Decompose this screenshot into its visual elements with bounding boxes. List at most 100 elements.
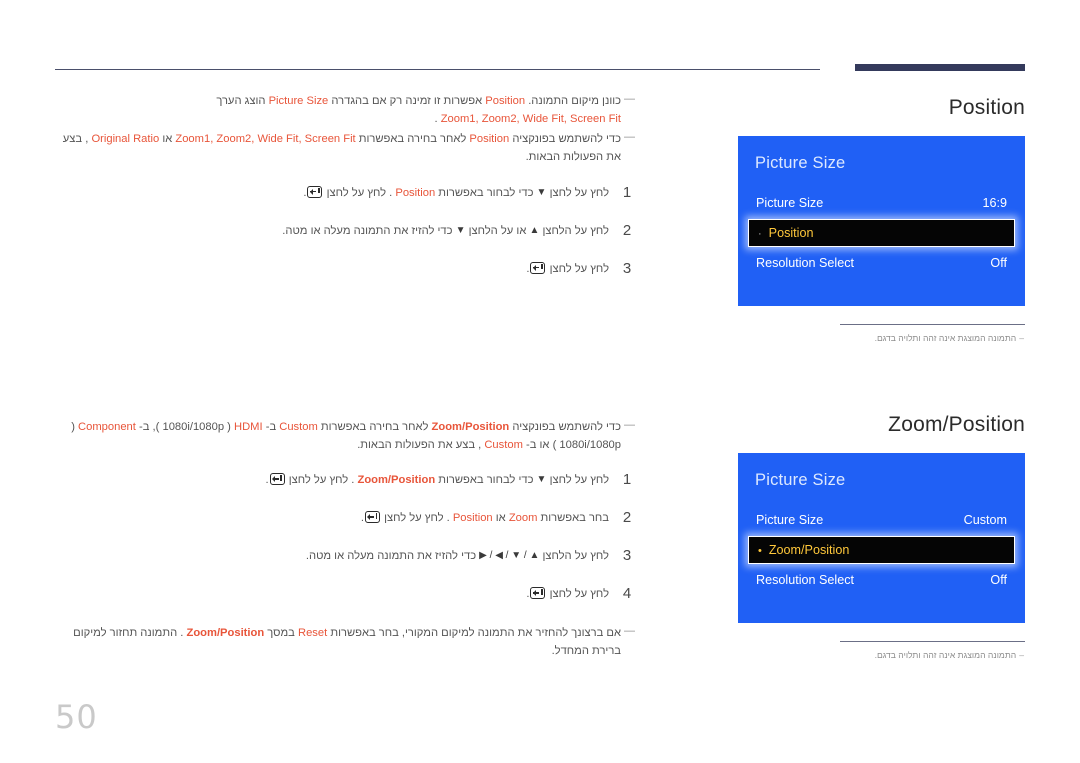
note-dash-icon: — [624,93,635,105]
text-run: . [265,474,269,487]
page-number: 50 [55,698,98,736]
text-run: אם ברצונך להחזיר את התמונה למיקום המקורי… [330,627,621,640]
osd-row[interactable]: Picture Size 16:9 [755,190,1008,216]
osd-row-value: Off [990,573,1007,587]
osd-row[interactable]: Resolution Select Off [755,250,1008,276]
highlight-term: Reset [298,627,328,640]
text-run: . לחץ על לחצן [384,512,450,525]
highlight-term: Position [469,133,510,146]
step-list: 1 לחץ על לחצן ▼ כדי לבחור באפשרות Zoom/Po… [55,471,635,604]
enter-key-icon [269,473,285,486]
step-list: 1 לחץ על לחצן ▼ כדי לבחור באפשרות Positio… [55,184,635,279]
text-run: , בצע את הפעולות הבאות. [357,439,482,452]
step-number: 2 [622,509,632,527]
highlight-term-bold: Zoom/Position [186,627,265,640]
text-run: כדי להזיז את התמונה מעלה או מטה. [305,550,477,563]
text-run: . [434,113,438,126]
osd-footnote-rule [840,324,1025,325]
text-run: במסך [267,627,295,640]
highlight-term: Custom [484,439,523,452]
osd-row-label: Picture Size [756,196,824,210]
osd-footnote-position: –התמונה המוצגת אינה זהה ותלויה בדגם. [738,333,1025,343]
dpad-arrow-icon: ▼ [536,186,547,198]
osd-row-selected[interactable]: • Zoom/Position [748,536,1015,564]
osd-row-label-wrap: Resolution Select [756,573,854,587]
highlight-term: Zoom1, Zoom2, Wide Fit, Screen Fit [440,113,621,126]
footnote-text: התמונה המוצגת אינה זהה ותלויה בדגם. [874,333,1017,343]
osd-row-label: Resolution Select [756,256,855,270]
text-run: ( 1080i/1080p ), ב- [139,421,231,433]
step-item: 4 לחץ על לחצן . [55,585,635,604]
text-run: כדי לבחור באפשרות [438,186,534,199]
text-run: או [495,512,506,525]
header-rule-left [55,69,820,70]
text-run: . לחץ על לחצן [326,186,393,199]
enter-key-icon [530,261,546,274]
osd-row[interactable]: Resolution Select Off [755,567,1008,593]
dpad-arrow-icon: ▲ / ▼ / ◀ / ▶ [479,550,540,562]
section-position-text: — כוונן מיקום התמונה. Position אפשרות זו … [55,92,635,299]
section-zoom-position-text: — כדי להשתמש בפונקציה Zoom/Position לאחר … [55,418,635,663]
note-paragraph: — כדי להשתמש בפונקציה Zoom/Position לאחר … [55,418,635,454]
text-run: . לחץ על לחצן [288,474,355,487]
text-run: לחץ על לחצן [549,474,609,487]
highlight-term: Component [78,421,136,433]
note-paragraph: — כדי להשתמש בפונקציה Position לאחר בחירה… [55,130,635,166]
text-run: אפשרות זו זמינה רק אם בהגדרה [331,95,483,107]
footnote-dash: – [1019,650,1024,660]
footnote-text: התמונה המוצגת אינה זהה ותלויה בדגם. [874,650,1017,660]
text-run: לחץ על לחצן [549,262,609,275]
osd-footnote-zoom-position: –התמונה המוצגת אינה זהה ותלויה בדגם. [738,650,1025,660]
enter-key-icon [364,511,380,524]
step-item: 3 לחץ על לחצן . [55,259,635,279]
dpad-arrow-icon: ▲ [529,224,540,236]
step-item: 2 בחר באפשרות Zoom או Position . לחץ על ל… [55,509,635,528]
osd-row-selected[interactable]: · Position [748,219,1015,247]
osd-block-zoom-position: Zoom/Position Picture Size Picture Size Cu… [738,413,1025,660]
text-run: לאחר בחירה באפשרות [320,421,429,433]
step-number: 3 [622,259,632,277]
highlight-term: HDMI [234,421,263,433]
highlight-term: Original Ratio [91,133,160,146]
osd-row-label: Picture Size [756,513,824,527]
osd-menu-header: Picture Size [755,154,846,172]
highlight-term-bold: Zoom/Position [357,474,436,487]
step-item: 1 לחץ על לחצן ▼ כדי לבחור באפשרות Positio… [55,184,635,203]
text-run: בחר באפשרות [540,512,609,525]
text-run: לחץ על לחצן [549,186,609,199]
highlight-term: Picture Size [268,95,329,107]
step-number: 1 [622,471,632,489]
note-dash-icon: — [624,419,635,431]
osd-title-position: Position [948,96,1025,119]
osd-row-label-wrap: • Zoom/Position [758,543,849,557]
osd-row-value: Custom [963,513,1007,527]
text-run: או על הלחצן [468,224,527,237]
osd-row-label-wrap: · Position [758,226,813,240]
osd-panel-position: Picture Size Picture Size 16:9 · Position Res… [738,136,1025,306]
text-run: לחץ על הלחצן [542,224,609,237]
osd-footnote-rule [840,641,1025,642]
dpad-arrow-icon: ▼ [536,474,547,486]
osd-block-position: Position Picture Size Picture Size 16:9 · Po… [738,96,1025,343]
note-paragraph: — כוונן מיקום התמונה. Position אפשרות זו … [55,92,635,128]
osd-row[interactable]: Picture Size Custom [755,507,1008,533]
step-item: 2 לחץ על הלחצן ▲ או על הלחצן ▼ כדי להזיז … [55,222,635,241]
osd-row-label: Zoom/Position [768,543,850,557]
highlight-term: Custom [279,421,318,433]
text-run: או [162,133,173,146]
osd-row-value: Off [990,256,1007,270]
enter-key-icon [530,587,546,600]
highlight-term: Zoom1, Zoom2, Wide Fit, Screen Fit [175,133,356,146]
text-run: לאחר בחירה באפשרות [358,133,467,146]
osd-panel-zoom-position: Picture Size Picture Size Custom • Zoom/Posi… [738,453,1025,623]
text-run: כדי לבחור באפשרות [438,474,534,487]
dpad-arrow-icon: ▼ [455,224,466,236]
text-run: כדי להשתמש בפונקציה [512,421,621,433]
text-run: ב- [265,421,277,433]
step-number: 4 [622,585,632,603]
osd-row-label-wrap: Picture Size [756,196,823,210]
highlight-term: Zoom [508,512,538,525]
step-item: 3 לחץ על הלחצן ▲ / ▼ / ◀ / ▶ כדי להזיז את… [55,547,635,566]
osd-bullet-icon: · [758,228,762,240]
osd-menu-header: Picture Size [755,471,846,489]
